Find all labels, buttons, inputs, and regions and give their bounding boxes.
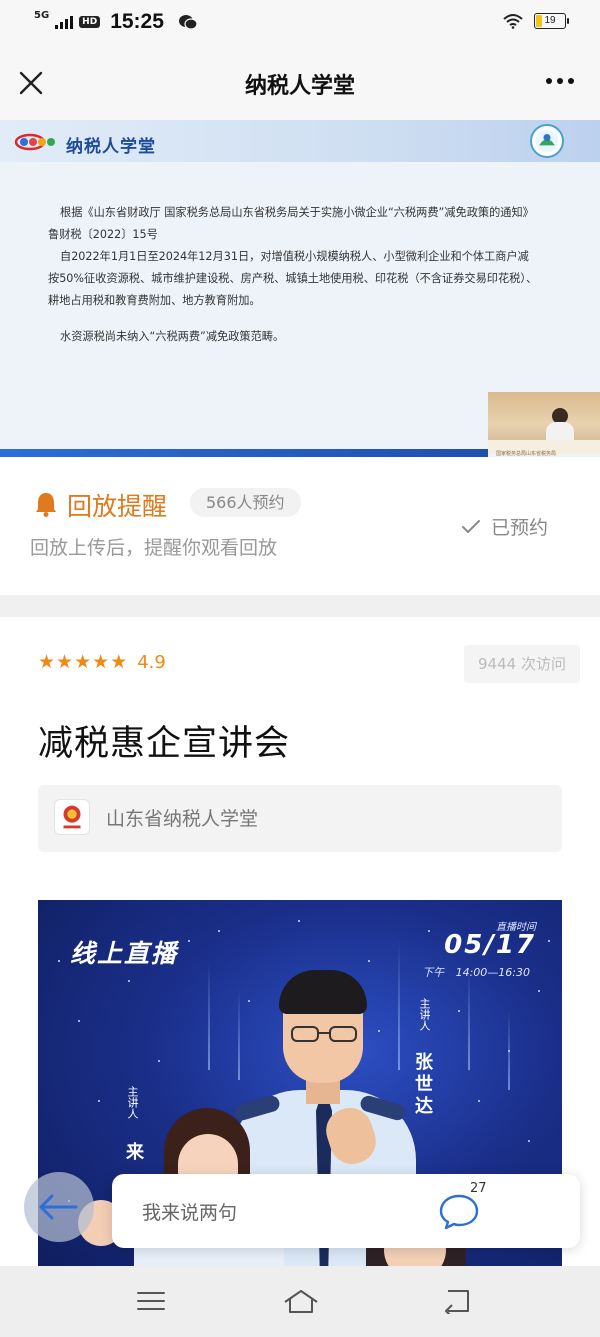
replay-reminder: 回放提醒 566人预约 回放上传后，提醒你观看回放 已预约 [0, 457, 600, 595]
video-player[interactable]: 纳税人学堂 根据《山东省财政厅 国家税务总局山东省税务局关于实施小微企业“六税两… [0, 120, 600, 457]
back-arrow-icon [39, 1194, 78, 1220]
page-title: 纳税人学堂 [244, 74, 355, 99]
poster-star [188, 940, 190, 942]
organizer-name: 山东省纳税人学堂 [106, 808, 259, 830]
poster-light-beam [398, 940, 400, 1070]
section-divider [0, 595, 600, 617]
presenter-desk: 国家税务总局山东省税务局 [488, 440, 600, 457]
star-icon: ★ [74, 651, 92, 673]
return-icon[interactable] [442, 1288, 472, 1314]
poster-star [298, 920, 300, 922]
hd-badge: HD [79, 16, 101, 28]
comment-count: 27 [470, 1181, 487, 1196]
battery-icon: 19 [534, 13, 569, 29]
video-header-banner: 纳税人学堂 [0, 120, 600, 162]
network-type: 5G [34, 10, 50, 21]
status-left: 5G HD 15:25 [34, 10, 198, 34]
menu-icon[interactable] [136, 1290, 166, 1312]
poster-time-range: 14:00—16:30 [455, 966, 530, 979]
organizer-logo-icon [54, 799, 90, 835]
slide-paragraph-1: 根据《山东省财政厅 国家税务总局山东省税务局关于实施小微企业“六税两费”减免政策… [48, 206, 534, 241]
status-time: 15:25 [110, 10, 164, 33]
battery-fill [536, 15, 542, 27]
presenter-body [546, 422, 574, 442]
star-icon: ★ [38, 651, 56, 673]
organizer-card[interactable]: 山东省纳税人学堂 [38, 785, 562, 852]
poster-star [128, 980, 130, 982]
poster-light-beam [208, 960, 210, 1070]
replay-description: 回放上传后，提醒你观看回放 [30, 537, 278, 559]
rating-value: 4.9 [137, 651, 166, 673]
comment-input[interactable]: 我来说两句 [142, 1198, 237, 1225]
speaker2-role: 主讲人 [126, 1086, 139, 1119]
poster-star [538, 990, 540, 992]
poster-star [508, 1050, 510, 1052]
battery-level-text: 19 [544, 15, 556, 26]
visit-count-badge: 9444 次访问 [464, 645, 580, 683]
home-icon[interactable] [282, 1288, 320, 1314]
nav-bar: 纳税人学堂 [0, 46, 600, 120]
signal-icon [55, 15, 74, 29]
event-title: 减税惠企宣讲会 [38, 724, 291, 764]
comment-bubble-icon[interactable] [438, 1192, 480, 1230]
poster-star [458, 1010, 460, 1012]
poster-star [218, 930, 220, 932]
glasses-icon [291, 1026, 357, 1042]
status-right: 19 [502, 13, 569, 29]
reserved-label: 已预约 [490, 517, 548, 539]
poster-star [58, 960, 60, 962]
video-slide-text: 根据《山东省财政厅 国家税务总局山东省税务局关于实施小微企业“六税两费”减免政策… [48, 202, 538, 348]
poster-star [98, 1100, 100, 1102]
wifi-icon [503, 14, 523, 29]
poster-light-beam [238, 990, 240, 1080]
video-progress-bar[interactable] [0, 449, 488, 457]
rating-row: ★ ★ ★ ★ ★ 4.9 [38, 651, 166, 673]
slide-paragraph-2: 自2022年1月1日至2024年12月31日，对增值税小规模纳税人、小型微利企业… [48, 250, 538, 307]
reserved-button[interactable]: 已预约 [461, 513, 548, 540]
poster-light-beam [468, 970, 470, 1070]
comment-bar: 我来说两句 27 [112, 1174, 580, 1248]
video-brand-title: 纳税人学堂 [66, 137, 156, 157]
poster-period: 下午 [422, 966, 445, 979]
check-icon [461, 519, 480, 533]
slide-paragraph-3: 水资源税尚未纳入“六税两费”减免政策范畴。 [60, 330, 285, 343]
star-icon: ★ [56, 651, 74, 673]
poster-star [528, 1140, 530, 1142]
poster-star [378, 1030, 380, 1032]
wechat-icon [178, 15, 198, 30]
poster-star [368, 960, 370, 962]
rating-stars: ★ ★ ★ ★ ★ [38, 651, 127, 673]
speaker1-name: 张世达 [412, 1052, 433, 1118]
replay-title: 回放提醒 [67, 492, 168, 521]
poster-live-label: 线上直播 [70, 939, 179, 968]
speaker2-name: 来 [123, 1142, 144, 1164]
poster-star [478, 1100, 480, 1102]
poster-date: 05/17 [444, 930, 536, 960]
status-bar: 5G HD 15:25 19 [0, 0, 600, 46]
poster-star [78, 1020, 80, 1022]
poster-time: 下午 14:00—16:30 [422, 964, 530, 980]
bell-icon [36, 493, 56, 517]
poster-star [248, 1000, 250, 1002]
poster-star [428, 930, 430, 932]
more-icon[interactable] [546, 78, 574, 84]
speaker1-role: 主讲人 [418, 998, 431, 1031]
star-icon: ★ [92, 651, 110, 673]
reservation-count-badge: 566人预约 [190, 488, 301, 517]
poster-star [548, 940, 550, 942]
star-icon: ★ [110, 651, 128, 673]
app-screen: 5G HD 15:25 19 纳税人学堂 纳税人学堂 根据《山东省财政厅 国家税… [0, 0, 600, 1337]
back-button[interactable] [24, 1172, 94, 1242]
poster-star [158, 1060, 160, 1062]
tax-emblem-icon [530, 124, 564, 158]
brand-logo-icon [14, 133, 55, 151]
system-nav-bar [0, 1266, 600, 1337]
presenter-pip[interactable]: 国家税务总局山东省税务局 [488, 392, 600, 457]
speaker1-hair [279, 970, 367, 1014]
